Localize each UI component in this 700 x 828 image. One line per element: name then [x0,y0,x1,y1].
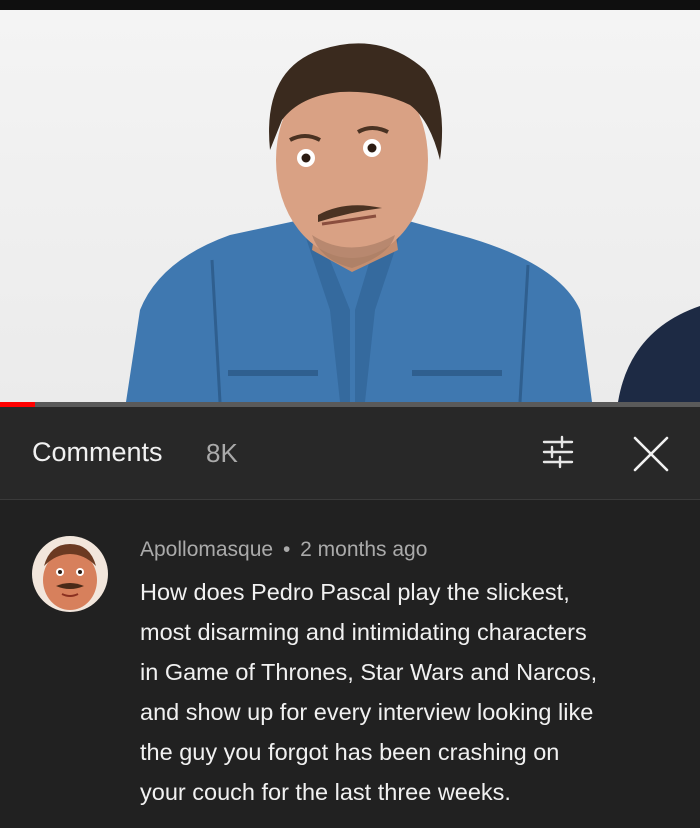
top-status-strip [0,0,700,10]
comments-title: Comments [32,437,163,467]
comment-line: and show up for every interview looking … [140,699,594,725]
comments-header: Comments 8K [0,407,700,500]
avatar[interactable] [32,536,108,612]
close-button[interactable] [626,431,676,477]
comment-meta: Apollomasque • 2 months ago [140,538,427,562]
comment-line: your couch for the last three weeks. [140,779,511,805]
comment-text: How does Pedro Pascal play the slickest,… [140,572,688,812]
comment-line: most disarming and intimidating characte… [140,619,587,645]
video-player[interactable] [0,10,700,402]
comment-line: How does Pedro Pascal play the slickest, [140,579,570,605]
comment-item[interactable]: Apollomasque • 2 months ago How does Ped… [0,500,700,828]
comment-timestamp: 2 months ago [300,538,428,561]
avatar-image [32,536,108,612]
sort-filter-icon [542,435,574,469]
comment-line: the guy you forgot has been crashing on [140,739,560,765]
sort-filter-button[interactable] [536,433,580,473]
video-frame [126,43,700,402]
close-icon [633,436,669,472]
comments-count: 8K [206,438,238,468]
comment-line: in Game of Thrones, Star Wars and Narcos… [140,659,598,685]
comment-author[interactable]: Apollomasque [140,538,273,561]
meta-separator: • [282,538,291,561]
